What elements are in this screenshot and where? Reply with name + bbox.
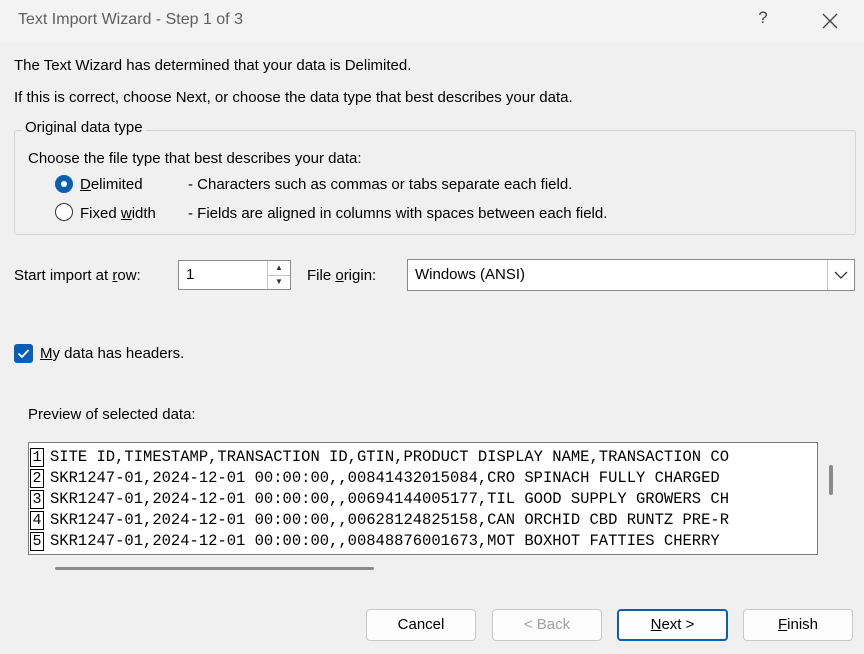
file-origin-label: File origin: (307, 267, 377, 284)
preview-row: 2 SKR1247-01,2024-12-01 00:00:00,,0084143… (29, 468, 720, 489)
window-title: Text Import Wizard - Step 1 of 3 (18, 11, 243, 28)
row-number: 2 (30, 469, 44, 488)
row-number: 1 (30, 448, 44, 467)
row-number: 5 (30, 532, 44, 551)
help-button[interactable]: ? (752, 8, 774, 32)
start-row-label: Start import at row: (14, 267, 141, 284)
delimited-description: - Characters such as commas or tabs sepa… (188, 176, 573, 193)
preview-row: 4 SKR1247-01,2024-12-01 00:00:00,,0062812… (29, 510, 729, 531)
file-origin-select[interactable]: Windows (ANSI) (407, 259, 855, 291)
row-text: SITE ID,TIMESTAMP,TRANSACTION ID,GTIN,PR… (50, 448, 730, 466)
row-number: 3 (30, 490, 44, 509)
row-number: 4 (30, 511, 44, 530)
preview-row: 3 SKR1247-01,2024-12-01 00:00:00,,0069414… (29, 489, 729, 510)
fixed-width-description: - Fields are aligned in columns with spa… (188, 205, 608, 222)
vertical-scrollbar[interactable] (829, 465, 833, 495)
preview-label: Preview of selected data: (28, 406, 196, 423)
close-icon (822, 13, 838, 29)
chevron-down-icon (834, 271, 848, 279)
data-preview[interactable]: 1 SITE ID,TIMESTAMP,TRANSACTION ID,GTIN,P… (28, 442, 818, 555)
dropdown-button[interactable] (827, 260, 854, 290)
row-text: SKR1247-01,2024-12-01 00:00:00,,00628124… (50, 511, 730, 529)
row-text: SKR1247-01,2024-12-01 00:00:00,,00848876… (50, 532, 720, 550)
row-text: SKR1247-01,2024-12-01 00:00:00,,00841432… (50, 469, 720, 487)
spinner-down-icon[interactable]: ▼ (268, 275, 290, 289)
checkmark-icon (17, 349, 30, 359)
group-title: Original data type (22, 119, 146, 136)
file-origin-value: Windows (ANSI) (415, 266, 526, 283)
next-button[interactable]: Next > (617, 609, 728, 641)
spinner-up-icon[interactable]: ▲ (268, 261, 290, 276)
intro-line-1: The Text Wizard has determined that your… (14, 57, 412, 74)
horizontal-scrollbar[interactable] (55, 567, 374, 570)
preview-row: 1 SITE ID,TIMESTAMP,TRANSACTION ID,GTIN,P… (29, 447, 729, 468)
spinner-buttons: ▲ ▼ (267, 261, 290, 289)
headers-checkbox[interactable] (14, 344, 33, 363)
headers-checkbox-label[interactable]: My data has headers. (40, 345, 184, 362)
start-row-spinner[interactable]: 1 ▲ ▼ (178, 260, 291, 290)
file-type-prompt: Choose the file type that best describes… (28, 150, 362, 167)
close-button[interactable] (812, 6, 848, 36)
title-bar: Text Import Wizard - Step 1 of 3 ? (0, 0, 864, 42)
finish-button[interactable]: Finish (743, 609, 853, 641)
intro-line-2: If this is correct, choose Next, or choo… (14, 89, 573, 106)
row-text: SKR1247-01,2024-12-01 00:00:00,,00694144… (50, 490, 730, 508)
back-button[interactable]: < Back (492, 609, 602, 641)
radio-fixed-width[interactable] (55, 203, 73, 221)
cancel-button[interactable]: Cancel (366, 609, 476, 641)
preview-row: 5 SKR1247-01,2024-12-01 00:00:00,,0084887… (29, 531, 720, 552)
radio-fixed-width-label[interactable]: Fixed width (80, 205, 156, 222)
radio-delimited-label[interactable]: Delimited (80, 176, 143, 193)
radio-delimited[interactable] (55, 175, 73, 193)
start-row-value[interactable]: 1 (186, 266, 194, 283)
